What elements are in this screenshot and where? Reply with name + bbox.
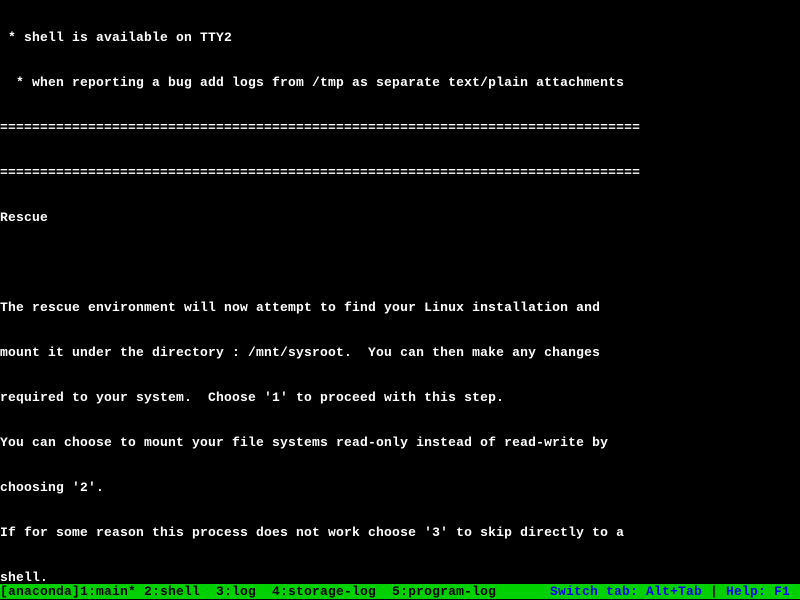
separator: |: [702, 584, 726, 599]
switch-hint: Switch tab: Alt+Tab: [550, 584, 702, 599]
tty-notice: * shell is available on TTY2: [0, 30, 800, 45]
rescue-text: choosing '2'.: [0, 480, 800, 495]
bug-notice: * when reporting a bug add logs from /tm…: [0, 75, 800, 90]
status-bar: [anaconda]1:main* 2:shell 3:log 4:storag…: [0, 584, 800, 599]
rescue-text: required to your system. Choose '1' to p…: [0, 390, 800, 405]
terminal-content: * shell is available on TTY2 * when repo…: [0, 0, 800, 600]
status-tabs[interactable]: [anaconda]1:main* 2:shell 3:log 4:storag…: [0, 584, 496, 599]
rescue-text: You can choose to mount your file system…: [0, 435, 800, 450]
rescue-text: If for some reason this process does not…: [0, 525, 800, 540]
rescue-text: The rescue environment will now attempt …: [0, 300, 800, 315]
rescue-text: mount it under the directory : /mnt/sysr…: [0, 345, 800, 360]
status-help: Switch tab: Alt+Tab | Help: F1: [550, 584, 798, 599]
rescue-text: shell.: [0, 570, 800, 585]
divider: ========================================…: [0, 165, 800, 180]
terminal-screen: * shell is available on TTY2 * when repo…: [0, 0, 800, 600]
blank-line: [0, 255, 800, 270]
help-hint: Help: F1: [726, 584, 798, 599]
divider: ========================================…: [0, 120, 800, 135]
rescue-title: Rescue: [0, 210, 800, 225]
